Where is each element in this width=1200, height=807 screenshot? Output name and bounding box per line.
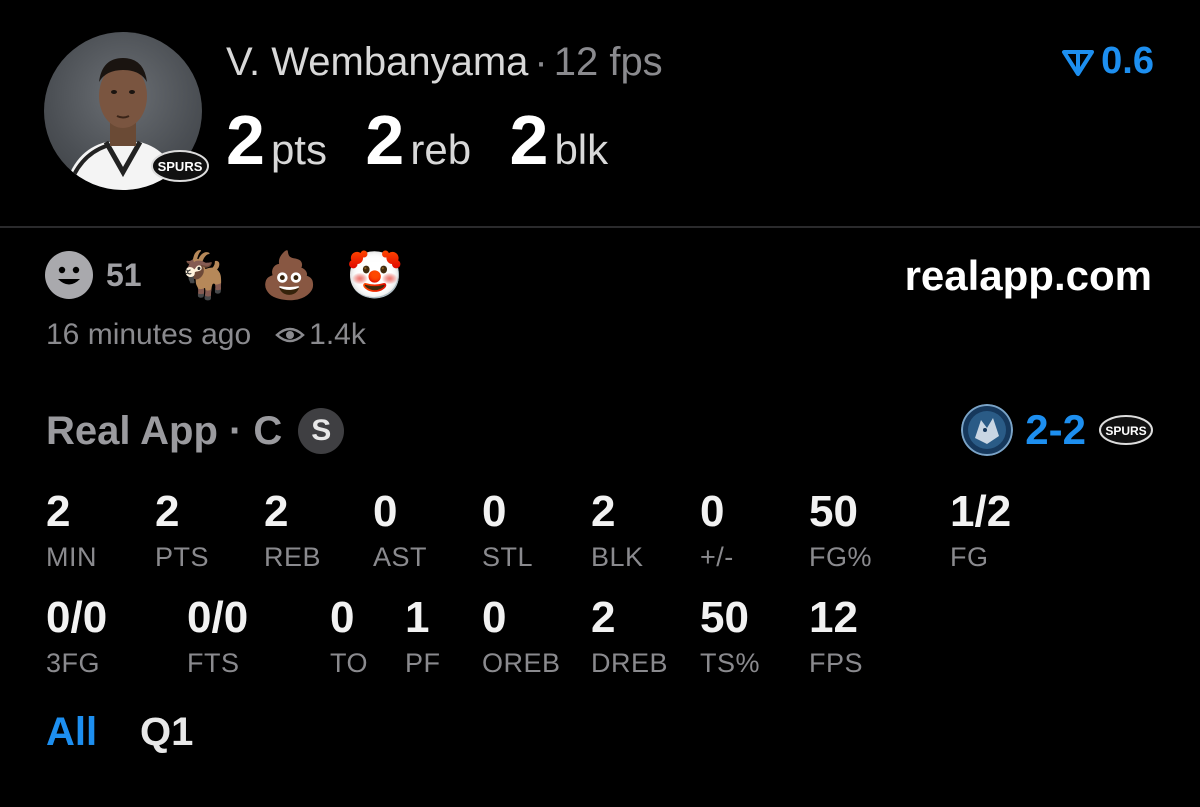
stat-oreb: 0 OREB xyxy=(482,593,561,679)
stat-min: 2 MIN xyxy=(46,487,97,573)
stat-pts: 2 PTS xyxy=(155,487,210,573)
reaction-count: 51 xyxy=(106,256,142,293)
player-name-line[interactable]: V. Wembanyama · 12 fps xyxy=(226,40,663,85)
view-count-value: 1.4k xyxy=(309,318,366,351)
stat-fts: 0/0 FTS xyxy=(187,593,249,679)
stat-ast: 0 AST xyxy=(373,487,428,573)
site-link[interactable]: realapp.com xyxy=(905,252,1152,300)
score-value: 2-2 xyxy=(1025,406,1086,453)
headline-reb-value: 2 xyxy=(365,101,405,179)
timberwolves-logo-icon xyxy=(961,404,1014,456)
svg-text:SPURS: SPURS xyxy=(1105,424,1146,438)
tab-all[interactable]: All xyxy=(46,710,97,755)
headline-reb-unit: reb xyxy=(410,126,472,173)
name-separator: · xyxy=(534,40,548,84)
stat-stl: 0 STL xyxy=(482,487,534,573)
rating-value: 0.6 xyxy=(1101,40,1154,82)
headline-pts-value: 2 xyxy=(226,101,265,179)
headline-stats: 2 pts 2 reb 2 blk xyxy=(226,100,642,180)
game-source-label: Real App · C xyxy=(46,408,283,453)
stat-3fg: 0/0 3FG xyxy=(46,593,108,679)
player-fps: 12 fps xyxy=(553,40,663,84)
poop-reaction-icon[interactable]: 💩 xyxy=(261,252,318,298)
player-name[interactable]: V. Wembanyama xyxy=(226,40,528,84)
spurs-team-logo-icon: SPURS xyxy=(1099,415,1153,445)
tab-q1[interactable]: Q1 xyxy=(140,710,193,755)
svg-text:SPURS: SPURS xyxy=(158,159,203,174)
header-divider xyxy=(0,226,1200,228)
stat-dreb: 2 DREB xyxy=(591,593,669,679)
stat-fg: 1/2 FG xyxy=(950,487,1012,573)
smiley-reaction-icon[interactable] xyxy=(44,250,94,300)
stat-reb: 2 REB xyxy=(264,487,322,573)
eye-icon xyxy=(275,327,305,343)
rating-icon xyxy=(1062,49,1095,76)
headline-blk-value: 2 xyxy=(509,101,549,179)
stat-ts-pct: 50 TS% xyxy=(700,593,761,679)
rating-badge[interactable]: 0.6 xyxy=(1061,40,1154,83)
stat-pf: 1 PF xyxy=(405,593,441,679)
source-badge: S xyxy=(298,408,345,454)
view-count: 1.4k xyxy=(275,318,366,352)
stat-blk: 2 BLK xyxy=(591,487,644,573)
stat-plus-minus: 0 +/- xyxy=(700,487,734,573)
game-score[interactable]: 2-2 SPURS xyxy=(961,404,1154,456)
headline-blk-unit: blk xyxy=(554,126,609,173)
post-meta: 16 minutes ago 1.4k xyxy=(46,318,366,352)
stat-to: 0 TO xyxy=(330,593,369,679)
reactions-bar: 51 🐐 💩 🤡 xyxy=(44,250,431,300)
stat-fg-pct: 50 FG% xyxy=(809,487,873,573)
goat-reaction-icon[interactable]: 🐐 xyxy=(176,252,233,298)
headline-pts-unit: pts xyxy=(270,126,327,173)
time-ago: 16 minutes ago xyxy=(46,318,252,351)
clown-reaction-icon[interactable]: 🤡 xyxy=(346,252,403,298)
stat-fps: 12 FPS xyxy=(809,593,864,679)
game-source[interactable]: Real App · C S xyxy=(46,408,345,454)
spurs-logo-icon: SPURS xyxy=(151,150,209,182)
